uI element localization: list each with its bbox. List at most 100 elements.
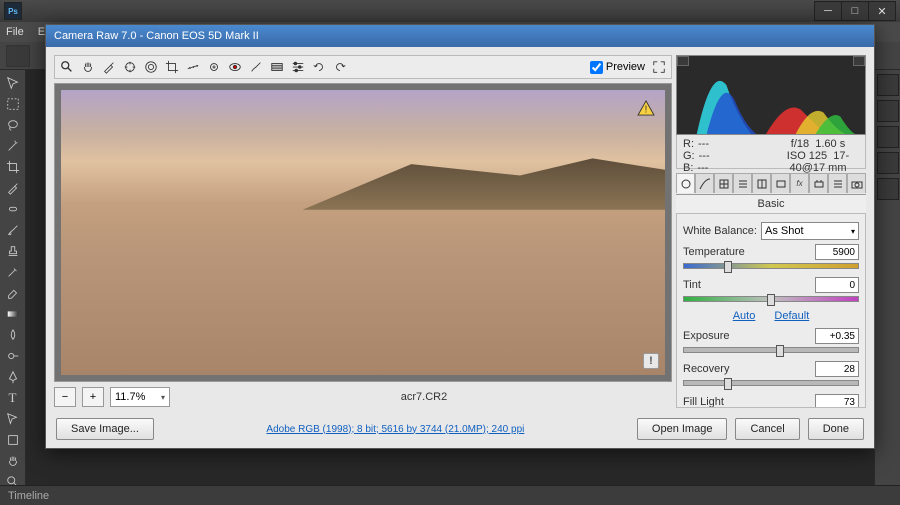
close-button[interactable]: ✕ bbox=[868, 1, 896, 21]
redeye-icon[interactable] bbox=[227, 59, 243, 75]
wb-label: White Balance: bbox=[683, 225, 757, 237]
highlight-clip-icon[interactable] bbox=[853, 56, 865, 66]
tint-label: Tint bbox=[683, 279, 701, 291]
tab-snapshots[interactable] bbox=[847, 173, 866, 193]
temperature-slider[interactable] bbox=[683, 263, 859, 269]
targeted-adjust-icon[interactable] bbox=[143, 59, 159, 75]
heal-tool-icon[interactable] bbox=[2, 199, 24, 219]
eyedropper-tool-icon[interactable] bbox=[2, 178, 24, 198]
done-button[interactable]: Done bbox=[808, 418, 864, 440]
zoom-icon[interactable] bbox=[59, 59, 75, 75]
recovery-slider[interactable] bbox=[683, 380, 859, 386]
color-sampler-icon[interactable] bbox=[122, 59, 138, 75]
fullscreen-icon[interactable] bbox=[651, 59, 667, 75]
marquee-tool-icon[interactable] bbox=[2, 94, 24, 114]
exposure-slider[interactable] bbox=[683, 347, 859, 353]
raw-toolbar: Preview bbox=[54, 55, 672, 79]
right-panel-dock bbox=[874, 70, 900, 485]
tab-detail[interactable] bbox=[714, 173, 733, 193]
tint-value[interactable] bbox=[815, 277, 859, 293]
image-preview[interactable]: ! ! bbox=[54, 83, 672, 382]
status-bar: Timeline bbox=[0, 485, 900, 505]
title-bar: Ps ─ □ ✕ bbox=[0, 0, 900, 22]
wb-eyedropper-icon[interactable] bbox=[101, 59, 117, 75]
tab-lens[interactable] bbox=[771, 173, 790, 193]
preview-label: Preview bbox=[606, 61, 645, 73]
collapsed-panel-icon[interactable] bbox=[877, 152, 899, 174]
timeline-label[interactable]: Timeline bbox=[8, 490, 49, 502]
shadow-clip-icon[interactable] bbox=[677, 56, 689, 66]
tab-curve[interactable] bbox=[695, 173, 714, 193]
save-image-button[interactable]: Save Image... bbox=[56, 418, 154, 440]
history-brush-icon[interactable] bbox=[2, 262, 24, 282]
pen-tool-icon[interactable] bbox=[2, 367, 24, 387]
hand-tool-icon[interactable] bbox=[2, 451, 24, 471]
brush-tool-icon[interactable] bbox=[2, 220, 24, 240]
filllight-value[interactable] bbox=[815, 394, 859, 408]
crop-icon[interactable] bbox=[164, 59, 180, 75]
basic-panel: White Balance: As Shot Temperature Tint bbox=[676, 214, 866, 408]
recovery-value[interactable] bbox=[815, 361, 859, 377]
crop-tool-icon[interactable] bbox=[2, 157, 24, 177]
auto-link[interactable]: Auto bbox=[733, 310, 756, 322]
tab-basic[interactable] bbox=[676, 173, 695, 193]
preview-checkbox[interactable]: Preview bbox=[590, 61, 645, 74]
tab-hsl[interactable] bbox=[733, 173, 752, 193]
exposure-value[interactable] bbox=[815, 328, 859, 344]
warning-icon: ! bbox=[637, 100, 655, 116]
eraser-tool-icon[interactable] bbox=[2, 283, 24, 303]
open-image-button[interactable]: Open Image bbox=[637, 418, 728, 440]
histogram bbox=[676, 55, 866, 135]
temperature-value[interactable] bbox=[815, 244, 859, 260]
prefs-icon[interactable] bbox=[290, 59, 306, 75]
app-logo: Ps bbox=[4, 2, 22, 20]
shape-tool-icon[interactable] bbox=[2, 430, 24, 450]
hand-icon[interactable] bbox=[80, 59, 96, 75]
dodge-tool-icon[interactable] bbox=[2, 346, 24, 366]
tint-slider[interactable] bbox=[683, 296, 859, 302]
type-tool-icon[interactable]: T bbox=[2, 388, 24, 408]
move-tool-icon[interactable] bbox=[2, 73, 24, 93]
svg-text:!: ! bbox=[645, 104, 648, 115]
collapsed-panel-icon[interactable] bbox=[877, 74, 899, 96]
temperature-label: Temperature bbox=[683, 246, 745, 258]
tab-calibration[interactable] bbox=[809, 173, 828, 193]
tools-panel: T bbox=[0, 70, 26, 485]
rotate-cw-icon[interactable] bbox=[332, 59, 348, 75]
tab-presets[interactable] bbox=[828, 173, 847, 193]
gradient-tool-icon[interactable] bbox=[2, 304, 24, 324]
minimize-button[interactable]: ─ bbox=[814, 1, 842, 21]
filename-label: acr7.CR2 bbox=[176, 391, 672, 403]
panel-title: Basic bbox=[676, 195, 866, 214]
default-link[interactable]: Default bbox=[774, 310, 809, 322]
tab-fx[interactable]: fx bbox=[790, 173, 809, 193]
path-tool-icon[interactable] bbox=[2, 409, 24, 429]
wb-select[interactable]: As Shot bbox=[761, 222, 859, 240]
collapsed-panel-icon[interactable] bbox=[877, 100, 899, 122]
straighten-icon[interactable] bbox=[185, 59, 201, 75]
tool-preset-icon[interactable] bbox=[6, 45, 30, 67]
exposure-label: Exposure bbox=[683, 330, 729, 342]
tab-split[interactable] bbox=[752, 173, 771, 193]
filllight-label: Fill Light bbox=[683, 396, 724, 408]
menu-file[interactable]: File bbox=[6, 26, 24, 38]
rotate-ccw-icon[interactable] bbox=[311, 59, 327, 75]
cancel-button[interactable]: Cancel bbox=[735, 418, 799, 440]
maximize-button[interactable]: □ bbox=[841, 1, 869, 21]
collapsed-panel-icon[interactable] bbox=[877, 178, 899, 200]
zoom-in-button[interactable]: + bbox=[82, 387, 104, 407]
collapsed-panel-icon[interactable] bbox=[877, 126, 899, 148]
blur-tool-icon[interactable] bbox=[2, 325, 24, 345]
spot-removal-icon[interactable] bbox=[206, 59, 222, 75]
zoom-level[interactable]: 11.7% bbox=[110, 387, 170, 407]
graduated-filter-icon[interactable] bbox=[269, 59, 285, 75]
dialog-title: Camera Raw 7.0 - Canon EOS 5D Mark II bbox=[46, 25, 874, 47]
wand-tool-icon[interactable] bbox=[2, 136, 24, 156]
stamp-tool-icon[interactable] bbox=[2, 241, 24, 261]
adjustment-tabs: fx bbox=[676, 173, 866, 195]
lasso-tool-icon[interactable] bbox=[2, 115, 24, 135]
adjustment-brush-icon[interactable] bbox=[248, 59, 264, 75]
zoom-out-button[interactable]: − bbox=[54, 387, 76, 407]
workflow-options-link[interactable]: Adobe RGB (1998); 8 bit; 5616 by 3744 (2… bbox=[162, 424, 629, 435]
info-icon[interactable]: ! bbox=[643, 353, 659, 369]
